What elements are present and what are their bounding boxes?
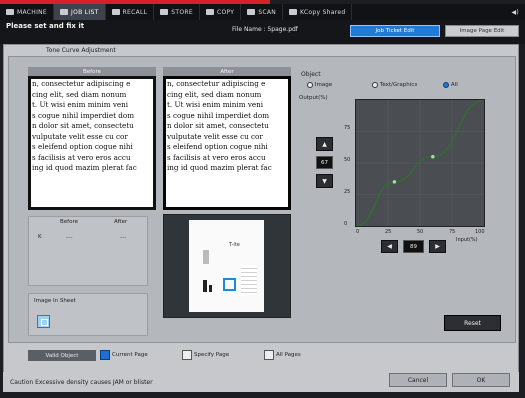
graph-grid	[356, 100, 484, 226]
y-tick-label: 50	[344, 157, 351, 163]
panel-title: Tone Curve Adjustment	[46, 47, 116, 54]
preview-text-block	[241, 265, 257, 295]
input-value: 89	[403, 240, 424, 253]
apply-current-page[interactable]: Current Page	[100, 350, 148, 360]
ok-button[interactable]: OK	[452, 373, 510, 387]
density-before-value: ---	[66, 234, 73, 241]
x-tick-label: 50	[417, 229, 424, 235]
radio-icon	[307, 81, 313, 88]
before-line: ing id quod mazim plerat fac	[32, 163, 137, 172]
after-header: After	[163, 67, 291, 76]
preview-mark	[203, 250, 209, 264]
sheet-icon	[41, 319, 48, 326]
output-axis-label: Output(%)	[299, 95, 328, 101]
checkbox-icon	[182, 350, 192, 360]
preview-mark	[209, 285, 212, 292]
density-after-value: ---	[120, 234, 127, 241]
after-line: ing id quod mazim plerat fac	[167, 163, 272, 172]
before-line: s eleifend option cogue nihi	[32, 142, 133, 151]
density-after-label: After	[114, 219, 128, 225]
preview-selection-box[interactable]	[223, 278, 236, 291]
job-list-icon	[60, 9, 69, 15]
tab-scan[interactable]: SCAN	[241, 4, 284, 20]
x-tick-label: 75	[449, 229, 456, 235]
after-line: s facilisis at vero eros accu	[167, 152, 266, 162]
after-sample: n, consectetur adipiscing e cing elit, s…	[163, 76, 291, 210]
reset-button[interactable]: Reset	[444, 315, 501, 331]
after-line: vulputate velit esse cu cor	[167, 131, 263, 141]
valid-object-label: Valid Object	[28, 350, 96, 361]
tab-recall[interactable]: RECALL	[106, 4, 155, 20]
tab-machine[interactable]: MACHINE	[0, 4, 55, 20]
shared-icon	[289, 9, 298, 15]
before-line: vulputate velit esse cu cor	[32, 131, 128, 141]
checkbox-icon	[264, 350, 274, 360]
object-label: Object	[301, 71, 321, 78]
input-axis-label: Input(%)	[456, 237, 478, 243]
before-line: n dolor sit amet, consectetu	[32, 121, 134, 130]
tab-job-list[interactable]: JOB LIST	[54, 4, 106, 20]
speaker-button[interactable]: ◀)	[505, 4, 525, 20]
y-tick-label: 0	[344, 221, 348, 227]
density-row-label: K	[38, 234, 42, 240]
after-line: n dolor sit amet, consectetu	[167, 121, 269, 130]
file-name-label: File Name : 5page.pdf	[232, 26, 298, 33]
before-line: s facilisis at vero eros accu	[32, 152, 131, 162]
job-ticket-edit-button[interactable]: Job Ticket Edit	[350, 25, 440, 37]
y-tick-label: 75	[344, 125, 351, 131]
image-in-sheet-label: Image In Sheet	[34, 298, 76, 304]
image-page-edit-button[interactable]: Image Page Edit	[445, 25, 519, 37]
radio-icon	[372, 81, 378, 88]
density-readout	[28, 216, 148, 286]
tab-store[interactable]: STORE	[154, 4, 200, 20]
before-line: cing elit, sed diam nonum	[32, 89, 127, 99]
tab-bar: MACHINE JOB LIST RECALL STORE COPY SCAN …	[0, 4, 525, 20]
tab-copy[interactable]: COPY	[200, 4, 242, 20]
object-option-text-graphics[interactable]: Text/Graphics	[372, 81, 417, 88]
preview-page-text: T-ite	[229, 242, 240, 248]
preview-mark	[203, 280, 207, 292]
cancel-button[interactable]: Cancel	[389, 373, 447, 387]
after-line: cing elit, sed diam nonum	[167, 89, 262, 99]
recall-icon	[111, 9, 120, 15]
tone-curve-graph[interactable]	[355, 99, 485, 227]
tab-kcopy-shared[interactable]: KCopy Shared	[283, 4, 353, 20]
output-value: 67	[316, 156, 333, 169]
x-tick-label: 0	[356, 229, 360, 235]
instruction-message: Please set and fix it	[6, 22, 85, 30]
after-line: s cogue nihil imperdiet dom	[167, 110, 270, 120]
image-in-sheet-toggle[interactable]	[37, 315, 50, 328]
object-option-all[interactable]: All	[443, 81, 458, 88]
machine-icon	[6, 9, 14, 15]
before-line: s cogue nihil imperdiet dom	[32, 110, 135, 120]
input-right-button[interactable]: ▶	[429, 240, 446, 253]
density-before-label: Before	[60, 219, 78, 225]
after-line: s eleifend option cogue nihi	[167, 142, 268, 151]
output-down-button[interactable]: ▼	[316, 174, 333, 188]
apply-all-pages[interactable]: All Pages	[264, 350, 301, 360]
store-icon	[160, 9, 169, 15]
before-header: Before	[28, 67, 156, 76]
curve-control-point[interactable]	[431, 154, 435, 159]
radio-selected-icon	[443, 81, 449, 88]
input-left-button[interactable]: ◀	[381, 240, 398, 253]
after-line: n, consectetur adipiscing e	[167, 79, 266, 88]
object-option-image[interactable]: Image	[307, 81, 332, 88]
after-line: t. Ut wisi enim minim veni	[167, 100, 264, 109]
y-tick-label: 25	[344, 189, 351, 195]
x-tick-label: 100	[475, 229, 485, 235]
apply-specify-page[interactable]: Specify Page	[182, 350, 229, 360]
before-line: t. Ut wisi enim minim veni	[32, 100, 129, 109]
x-tick-label: 25	[385, 229, 392, 235]
before-line: n, consectetur adipiscing e	[32, 79, 131, 88]
scan-icon	[247, 9, 256, 15]
caution-message: Caution Excessive density causes JAM or …	[10, 379, 153, 386]
preview-page: T-ite	[189, 220, 264, 312]
output-up-button[interactable]: ▲	[316, 137, 333, 151]
before-sample: n, consectetur adipiscing e cing elit, s…	[28, 76, 156, 210]
curve-control-point[interactable]	[392, 180, 397, 184]
copy-icon	[205, 9, 214, 15]
speaker-icon: ◀)	[511, 8, 519, 16]
checkbox-checked-icon	[100, 350, 110, 360]
